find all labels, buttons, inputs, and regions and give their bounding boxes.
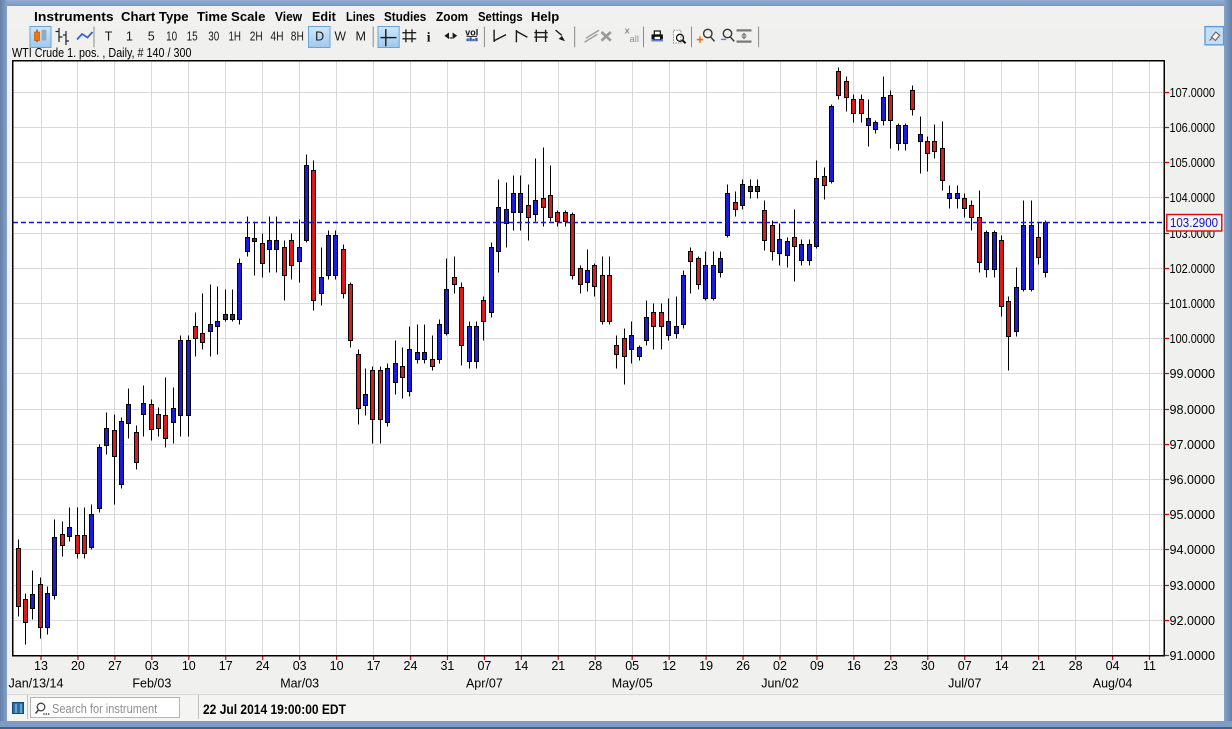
svg-text:17: 17 xyxy=(219,659,233,673)
svg-text:Jul/07: Jul/07 xyxy=(948,677,981,691)
svg-text:20: 20 xyxy=(71,659,85,673)
svg-text:11: 11 xyxy=(1143,659,1156,673)
svg-text:30: 30 xyxy=(208,30,219,44)
svg-text:07: 07 xyxy=(958,659,972,673)
svg-text:101.0000: 101.0000 xyxy=(1170,296,1216,311)
svg-text:M: M xyxy=(356,30,367,44)
svg-text:98.0000: 98.0000 xyxy=(1170,402,1216,417)
svg-text:27: 27 xyxy=(108,659,122,673)
svg-text:Jan/13/14: Jan/13/14 xyxy=(9,677,64,691)
svg-text:105.0000: 105.0000 xyxy=(1170,155,1216,170)
svg-text:04: 04 xyxy=(1106,659,1120,673)
svg-text:09: 09 xyxy=(810,659,824,673)
svg-text:03: 03 xyxy=(293,659,307,673)
svg-text:1: 1 xyxy=(126,30,133,44)
svg-text:14: 14 xyxy=(514,659,528,673)
svg-text:93.0000: 93.0000 xyxy=(1170,578,1216,593)
svg-text:31: 31 xyxy=(440,659,454,673)
svg-text:Feb/03: Feb/03 xyxy=(132,677,171,691)
svg-text:92.0000: 92.0000 xyxy=(1170,613,1216,628)
svg-text:10: 10 xyxy=(330,659,344,673)
svg-text:26: 26 xyxy=(736,659,750,673)
svg-text:24: 24 xyxy=(404,659,418,673)
svg-text:5: 5 xyxy=(148,30,155,44)
svg-text:05: 05 xyxy=(625,659,639,673)
svg-text:Aug/04: Aug/04 xyxy=(1093,677,1133,691)
svg-text:91.0000: 91.0000 xyxy=(1170,648,1216,663)
svg-text:107.0000: 107.0000 xyxy=(1170,85,1216,100)
svg-text:21: 21 xyxy=(551,659,565,673)
svg-text:102.0000: 102.0000 xyxy=(1170,261,1216,276)
svg-text:100.0000: 100.0000 xyxy=(1170,331,1216,346)
svg-text:95.0000: 95.0000 xyxy=(1170,507,1216,522)
svg-text:W: W xyxy=(335,30,347,44)
svg-text:10: 10 xyxy=(166,30,177,44)
svg-text:104.0000: 104.0000 xyxy=(1170,190,1216,205)
svg-text:Jun/02: Jun/02 xyxy=(761,677,799,691)
svg-text:all: all xyxy=(630,34,640,45)
svg-text:10: 10 xyxy=(182,659,196,673)
svg-text:94.0000: 94.0000 xyxy=(1170,542,1216,557)
svg-text:Mar/03: Mar/03 xyxy=(280,677,319,691)
svg-text:13: 13 xyxy=(34,659,48,673)
svg-text:15: 15 xyxy=(187,30,198,44)
svg-text:24: 24 xyxy=(256,659,270,673)
svg-text:16: 16 xyxy=(847,659,861,673)
svg-text:21: 21 xyxy=(1032,659,1046,673)
svg-text:12: 12 xyxy=(662,659,676,673)
svg-text:May/05: May/05 xyxy=(612,677,653,691)
svg-text:96.0000: 96.0000 xyxy=(1170,472,1216,487)
svg-text:07: 07 xyxy=(477,659,491,673)
svg-text:i: i xyxy=(427,30,431,45)
svg-text:03: 03 xyxy=(145,659,159,673)
svg-text:17: 17 xyxy=(367,659,381,673)
svg-text:1H: 1H xyxy=(228,30,241,44)
svg-text:D: D xyxy=(315,30,324,44)
svg-text:8H: 8H xyxy=(291,30,304,44)
svg-text:28: 28 xyxy=(588,659,602,673)
svg-text:103.2900: 103.2900 xyxy=(1170,215,1218,230)
svg-text:23: 23 xyxy=(884,659,898,673)
svg-text:4H: 4H xyxy=(270,30,283,44)
svg-text:19: 19 xyxy=(699,659,713,673)
svg-text:99.0000: 99.0000 xyxy=(1170,366,1216,381)
svg-text:30: 30 xyxy=(921,659,935,673)
svg-text:106.0000: 106.0000 xyxy=(1170,120,1216,135)
svg-text:97.0000: 97.0000 xyxy=(1170,437,1216,452)
svg-text:28: 28 xyxy=(1069,659,1083,673)
svg-text:2H: 2H xyxy=(250,30,263,44)
svg-text:Apr/07: Apr/07 xyxy=(466,677,503,691)
svg-text:02: 02 xyxy=(773,659,787,673)
svg-text:14: 14 xyxy=(995,659,1009,673)
svg-text:T: T xyxy=(105,30,113,44)
